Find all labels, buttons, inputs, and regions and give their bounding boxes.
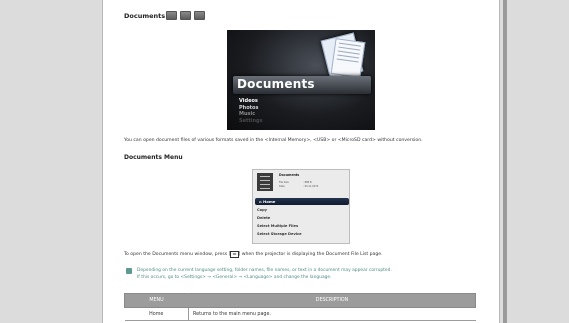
column-header-menu: MENU <box>124 293 189 308</box>
file-size-label: File Size <box>279 181 289 184</box>
file-name: Documents <box>279 173 300 177</box>
note-text: Depending on the current language settin… <box>137 267 392 281</box>
right-gutter <box>500 0 569 323</box>
instruction-post: ] when the projector is displaying the D… <box>238 252 383 257</box>
file-meta: File Size: 888 B Date: 00.11.0470 <box>279 181 318 188</box>
menu-item-select-storage[interactable]: Select Storage Device <box>257 232 302 236</box>
storage-source-icons <box>166 11 205 20</box>
instruction-paragraph: To open the Documents menu window, press… <box>124 251 383 258</box>
hero-title: Documents <box>237 77 315 91</box>
microsd-icon <box>194 11 205 20</box>
description-cell: Returns to the main menu page. <box>188 307 476 321</box>
menu-item-label: Home <box>263 199 276 204</box>
table-row: Home Returns to the main menu page. <box>124 307 476 321</box>
internal-memory-icon <box>166 11 177 20</box>
instruction-pre: To open the Documents menu window, press… <box>124 252 231 257</box>
menu-cell: Home <box>124 307 189 321</box>
note-line: If this occurs, go to <Settings> → <Gene… <box>137 275 332 280</box>
scrollbar[interactable] <box>503 0 507 323</box>
date-value: : 00.11.0470 <box>303 184 319 188</box>
document-page-icon <box>330 38 366 78</box>
menu-description-table: MENU DESCRIPTION Home Returns to the mai… <box>124 293 476 321</box>
documents-hero-image: Documents Videos Photos Music Settings <box>227 30 375 130</box>
hero-menu-item: Settings <box>239 117 263 124</box>
note-icon <box>126 268 132 274</box>
menu-item-select-multiple[interactable]: Select Multiple Files <box>257 224 298 228</box>
column-header-description: DESCRIPTION <box>188 293 476 308</box>
file-thumbnail <box>257 173 273 191</box>
menu-key-icon: ☰ <box>230 251 239 258</box>
intro-paragraph: You can open document files of various f… <box>124 138 423 143</box>
note-line: Depending on the current language settin… <box>137 268 392 273</box>
usb-icon <box>180 11 191 20</box>
left-gutter <box>0 0 102 323</box>
menu-heading: Documents Menu <box>124 154 183 161</box>
menu-item-copy[interactable]: Copy <box>257 208 267 212</box>
date-label: Date <box>279 184 285 188</box>
menu-item-delete[interactable]: Delete <box>257 216 270 220</box>
hero-menu: Videos Photos Music Settings <box>239 98 263 124</box>
section-title: Documents <box>124 12 166 20</box>
menu-item-home[interactable]: ⌂ Home <box>259 199 275 204</box>
documents-menu-screenshot: Documents File Size: 888 B Date: 00.11.0… <box>252 169 350 244</box>
